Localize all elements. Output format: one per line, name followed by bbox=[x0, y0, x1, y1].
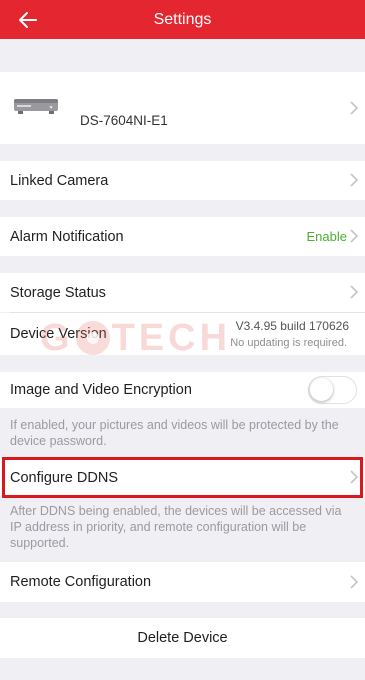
remote-configuration-row[interactable]: Remote Configuration bbox=[0, 562, 365, 602]
delete-device-label: Delete Device bbox=[137, 630, 228, 646]
dvr-device-icon bbox=[13, 96, 59, 116]
device-version-label: Device Version bbox=[10, 326, 107, 342]
back-arrow-icon[interactable] bbox=[16, 8, 40, 32]
chevron-right-icon bbox=[349, 470, 359, 484]
encryption-row: Image and Video Encryption bbox=[0, 372, 365, 408]
encryption-label: Image and Video Encryption bbox=[10, 382, 192, 398]
remote-configuration-label: Remote Configuration bbox=[10, 574, 152, 590]
header-bar: Settings bbox=[0, 0, 365, 39]
update-status-text: No updating is required. bbox=[230, 337, 347, 349]
linked-camera-row[interactable]: Linked Camera bbox=[0, 161, 365, 200]
encryption-note: If enabled, your pictures and videos wil… bbox=[10, 418, 339, 448]
alarm-notification-label: Alarm Notification bbox=[10, 228, 124, 245]
chevron-right-icon bbox=[349, 285, 359, 299]
configure-ddns-label: Configure DDNS bbox=[10, 469, 118, 486]
page-title: Settings bbox=[153, 10, 212, 28]
chevron-right-icon bbox=[349, 575, 359, 589]
alarm-status-value: Enable bbox=[306, 229, 347, 244]
ddns-note: After DDNS being enabled, the devices wi… bbox=[10, 504, 342, 550]
alarm-notification-row[interactable]: Alarm Notification Enable bbox=[0, 217, 365, 256]
device-name: DS-7604NI-E1 bbox=[80, 113, 168, 128]
storage-status-row[interactable]: Storage Status bbox=[0, 273, 365, 312]
linked-camera-label: Linked Camera bbox=[10, 172, 109, 189]
chevron-right-icon bbox=[349, 229, 359, 243]
encryption-toggle[interactable] bbox=[308, 376, 357, 404]
chevron-right-icon bbox=[349, 173, 359, 187]
delete-device-button[interactable]: Delete Device bbox=[0, 618, 365, 658]
device-version-value: V3.4.95 build 170626 bbox=[235, 319, 349, 333]
storage-status-label: Storage Status bbox=[10, 284, 106, 301]
toggle-knob bbox=[310, 378, 333, 401]
chevron-right-icon bbox=[349, 101, 359, 115]
configure-ddns-row[interactable]: Configure DDNS bbox=[0, 458, 365, 497]
